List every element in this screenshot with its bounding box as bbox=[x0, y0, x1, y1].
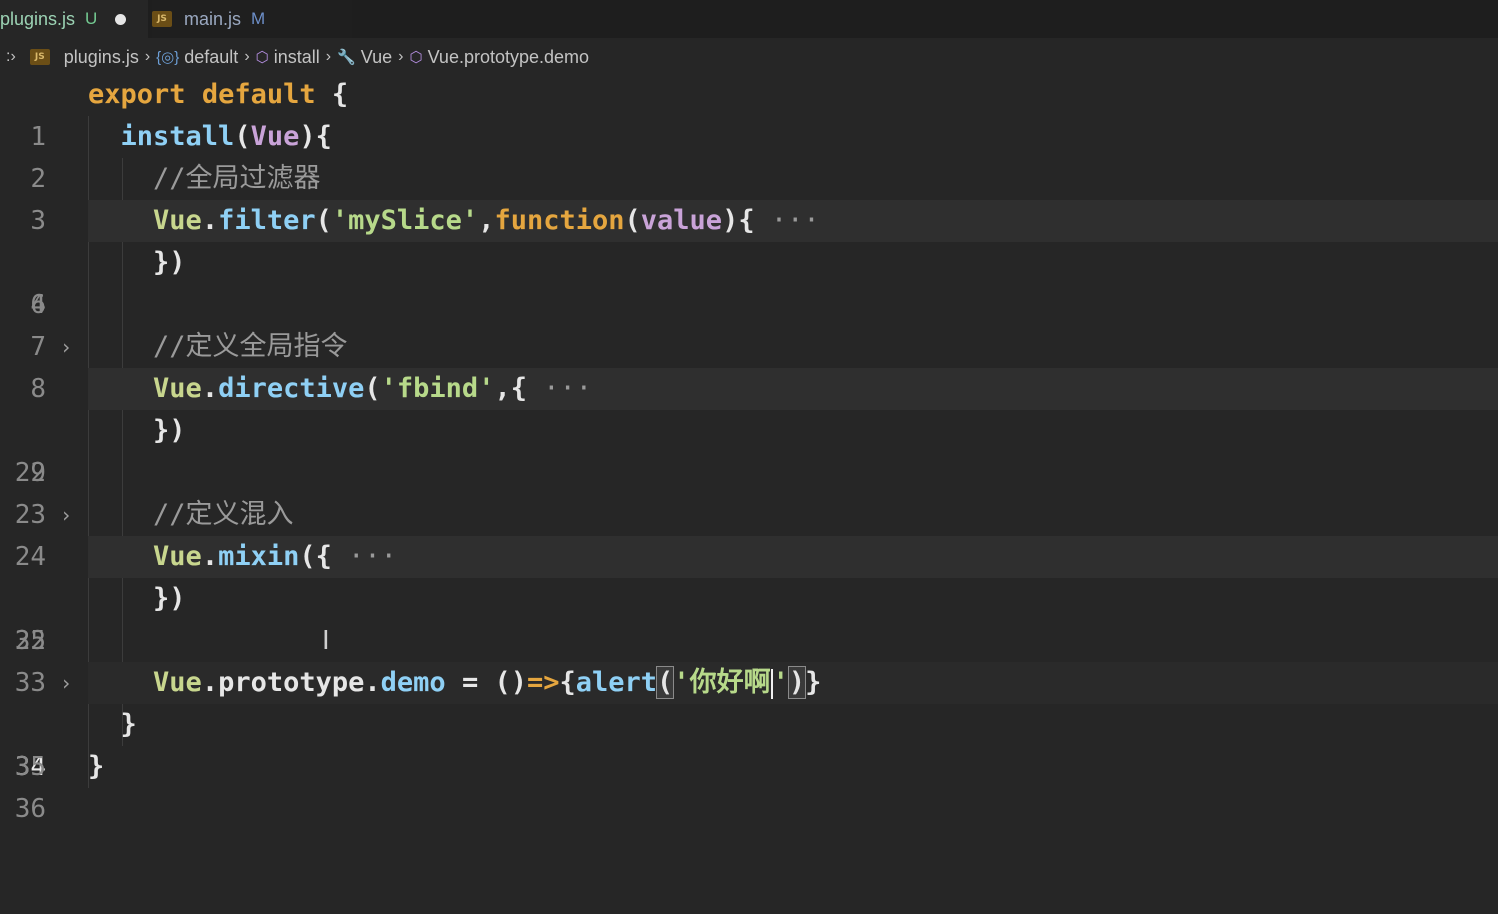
code-line[interactable]: 22 }) bbox=[0, 410, 1498, 488]
code-editor[interactable]: 1 export default { 2 install(Vue){ 3 //全… bbox=[0, 74, 1498, 824]
tab-label: plugins.js bbox=[0, 8, 76, 29]
tab-plugins-js[interactable]: plugins.js U bbox=[0, 0, 148, 38]
breadcrumb: :› JS plugins.js › {◎} default › ⬡ insta… bbox=[0, 40, 1498, 74]
breadcrumb-item-install[interactable]: ⬡ install bbox=[256, 47, 320, 68]
wrench-icon: 🔧 bbox=[337, 49, 356, 66]
chevron-right-icon: › bbox=[398, 48, 404, 65]
code-line[interactable]: 33 bbox=[0, 620, 1498, 698]
code-line[interactable]: 2 install(Vue){ bbox=[0, 116, 1498, 194]
code-line[interactable]: 3 //全局过滤器 bbox=[0, 158, 1498, 236]
code-line[interactable]: 8 //定义全局指令 bbox=[0, 326, 1498, 404]
folded-ellipsis: ··· bbox=[543, 373, 593, 404]
code-comment: //定义全局指令 bbox=[153, 331, 348, 362]
untracked-badge: U bbox=[85, 9, 98, 28]
code-line[interactable]: 6 }) bbox=[0, 242, 1498, 320]
code-line[interactable]: 25 › Vue.mixin({ ··· bbox=[0, 536, 1498, 695]
tab-main-js[interactable]: JS main.js M bbox=[152, 0, 352, 38]
breadcrumb-item-default[interactable]: {◎} default bbox=[156, 47, 238, 68]
js-file-icon: JS bbox=[29, 49, 50, 65]
chevron-right-icon: › bbox=[325, 48, 332, 65]
method-cube-icon: ⬡ bbox=[409, 49, 423, 66]
breadcrumb-item-vue[interactable]: 🔧 Vue bbox=[337, 47, 392, 68]
code-line[interactable]: 35 } bbox=[0, 704, 1498, 782]
code-line[interactable]: 36 } bbox=[0, 746, 1498, 824]
folded-ellipsis: ··· bbox=[770, 205, 820, 236]
code-line[interactable]: 7 bbox=[0, 284, 1498, 362]
code-line-current[interactable]: 34 Vue.prototype.demo = ()=>{alert('你好啊'… bbox=[0, 662, 1498, 782]
code-line[interactable]: 1 export default { bbox=[0, 74, 1498, 152]
tab-bar: plugins.js U JS main.js M bbox=[0, 0, 1498, 38]
matching-bracket: ( bbox=[656, 666, 675, 699]
code-comment: //全局过滤器 bbox=[153, 163, 321, 194]
folded-ellipsis: ··· bbox=[348, 541, 397, 572]
chevron-right-icon: › bbox=[144, 48, 151, 65]
code-line[interactable]: 4 › Vue.filter('mySlice',function(value)… bbox=[0, 200, 1498, 359]
tab-label: main.js bbox=[184, 8, 242, 29]
method-cube-icon: ⬡ bbox=[255, 49, 269, 66]
matching-bracket: ) bbox=[787, 666, 807, 699]
code-line[interactable]: 23 bbox=[0, 452, 1498, 530]
chevron-right-icon: › bbox=[244, 48, 250, 65]
code-line[interactable]: 32 }) bbox=[0, 578, 1498, 656]
code-line[interactable]: 24 //定义混入 bbox=[0, 494, 1498, 572]
module-icon: {◎} bbox=[156, 49, 180, 66]
modified-badge: M bbox=[251, 9, 266, 28]
breadcrumb-item-vue-prototype-demo[interactable]: ⬡ Vue.prototype.demo bbox=[409, 47, 589, 68]
code-comment: //定义混入 bbox=[153, 499, 294, 530]
chevron-right-icon: :› bbox=[6, 48, 16, 65]
mouse-ibeam-cursor-icon: I bbox=[322, 626, 330, 656]
unsaved-dot-icon[interactable] bbox=[115, 13, 127, 25]
breadcrumb-item-plugins-js[interactable]: plugins.js bbox=[64, 47, 139, 68]
js-file-icon: JS bbox=[152, 11, 172, 27]
line-number: 36 bbox=[14, 794, 46, 824]
code-line[interactable]: 9 › Vue.directive('fbind',{ ··· bbox=[0, 368, 1498, 527]
